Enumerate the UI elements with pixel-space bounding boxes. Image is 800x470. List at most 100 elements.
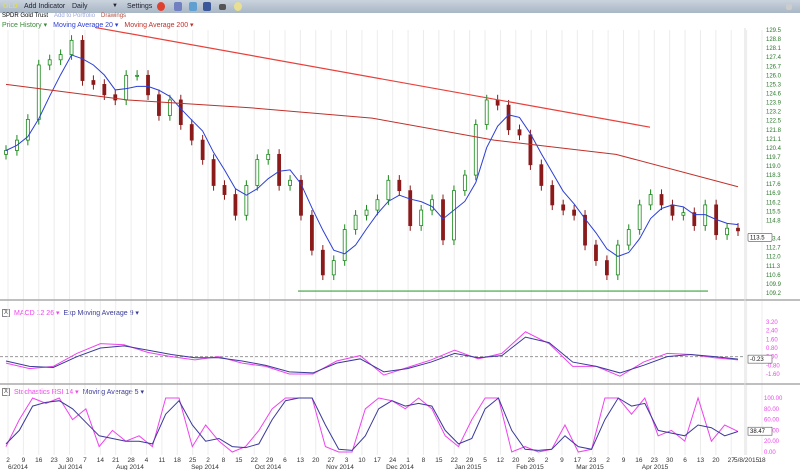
camera-icon[interactable] bbox=[219, 4, 226, 10]
x-tick-label: 23 bbox=[51, 457, 59, 464]
x-tick-label: 2 bbox=[6, 457, 10, 464]
x-tick-label: 29 bbox=[466, 457, 474, 464]
close-stoch-button[interactable]: X bbox=[2, 388, 11, 396]
price-axis-label: 120.4 bbox=[766, 146, 782, 152]
drawings-link[interactable]: Drawings bbox=[101, 13, 126, 21]
macd-axis-label: 3.20 bbox=[766, 320, 778, 326]
chart-canvas[interactable]: 2 9 16 23 30 7 14 21 28 4 11 18 25 2 8 15 22 29 6 13 20 27 3 10… bbox=[0, 0, 800, 470]
candle bbox=[670, 204, 675, 216]
candle bbox=[703, 204, 708, 227]
x-tick-label: 30 bbox=[66, 457, 74, 464]
x-tick-label: 2 bbox=[206, 457, 210, 464]
candle bbox=[462, 174, 467, 192]
x-tick-label: 12 bbox=[497, 457, 505, 464]
stoch-ma-legend[interactable]: Moving Average 5 ▾ bbox=[83, 388, 144, 396]
candle bbox=[495, 99, 500, 106]
x-tick-label: 6 bbox=[683, 457, 687, 464]
candle bbox=[255, 159, 260, 186]
period-dropdown-icon[interactable]: ▼ bbox=[112, 3, 118, 9]
candle bbox=[135, 74, 140, 77]
price-axis-label: 112.0 bbox=[766, 255, 781, 261]
price-axis-label: 118.3 bbox=[766, 173, 781, 179]
x-tick-label: 28 bbox=[127, 457, 135, 464]
candle bbox=[441, 199, 445, 241]
x-tick-label: 26 bbox=[528, 457, 536, 464]
resistance-trendline bbox=[94, 26, 651, 128]
x-tick-label: 13 bbox=[297, 457, 305, 464]
add-to-portfolio-link[interactable]: Add to Portfolio bbox=[54, 13, 95, 21]
stoch-legend[interactable]: Stochastics RSI 14 ▾ bbox=[14, 388, 79, 396]
refresh-icon[interactable] bbox=[157, 2, 165, 11]
candle bbox=[386, 179, 391, 201]
stoch-header: X Stochastics RSI 14 ▾ Moving Average 5 … bbox=[2, 388, 144, 396]
price-axis-label: 112.7 bbox=[766, 246, 781, 252]
x-tick-label: 3 bbox=[345, 457, 349, 464]
candle bbox=[178, 99, 183, 125]
price-axis-label: 122.5 bbox=[766, 119, 782, 125]
bookmark-icon[interactable] bbox=[174, 2, 182, 11]
last-price-box bbox=[747, 232, 773, 242]
x-tick-label: 27 bbox=[728, 457, 736, 464]
candle bbox=[397, 179, 402, 192]
x-tick-label: 22 bbox=[451, 457, 459, 464]
macd-axis-label: 1.60 bbox=[766, 337, 778, 343]
candle bbox=[648, 194, 653, 206]
period-select[interactable]: Daily bbox=[72, 3, 88, 10]
macd-header: X MACD 12 26 ▾ Exp Moving Average 9 ▾ bbox=[2, 309, 139, 317]
ema-legend[interactable]: Exp Moving Average 9 ▾ bbox=[64, 309, 139, 317]
candle bbox=[408, 190, 413, 227]
candle bbox=[310, 214, 314, 251]
candle bbox=[200, 139, 205, 160]
x-tick-label: 8 bbox=[422, 457, 426, 464]
candle bbox=[594, 244, 598, 262]
price-axis-label: 119.0 bbox=[766, 164, 781, 170]
x-tick-label: 9 bbox=[560, 457, 564, 464]
facebook-icon[interactable] bbox=[203, 2, 211, 11]
candle bbox=[146, 74, 150, 96]
add-indicator-button[interactable]: Add Indicator bbox=[24, 3, 65, 10]
candle bbox=[528, 134, 533, 166]
symbol-field[interactable]: GLD bbox=[3, 3, 18, 10]
candle bbox=[320, 249, 325, 276]
candle bbox=[452, 190, 456, 241]
x-tick-label: 27 bbox=[328, 457, 336, 464]
close-macd-button[interactable]: X bbox=[2, 309, 11, 317]
x-tick-label: 29 bbox=[266, 457, 274, 464]
ma20-legend[interactable]: Moving Average 20 ▾ bbox=[53, 21, 118, 29]
candle bbox=[189, 124, 194, 141]
price-axis-label: 117.6 bbox=[766, 182, 781, 188]
price-axis-label: 121.1 bbox=[766, 137, 782, 143]
macd-axis-label: 0.80 bbox=[766, 346, 778, 352]
candle bbox=[80, 39, 85, 81]
x-tick-label: 11 bbox=[159, 457, 166, 464]
month-label: Jan 2015 bbox=[455, 464, 482, 470]
ma200-legend[interactable]: Moving Average 200 ▾ bbox=[124, 21, 193, 29]
candle bbox=[353, 214, 358, 230]
candle bbox=[637, 204, 642, 230]
price-axis-label: 125.3 bbox=[766, 82, 782, 88]
twitter-icon[interactable] bbox=[189, 2, 197, 11]
price-history-legend[interactable]: Price History ▾ bbox=[2, 21, 47, 29]
x-tick-label: 2 bbox=[545, 457, 549, 464]
x-tick-label: 17 bbox=[374, 457, 382, 464]
x-tick-label: 16 bbox=[35, 457, 43, 464]
candle bbox=[157, 94, 161, 116]
settings-button[interactable]: Settings bbox=[127, 3, 152, 10]
x-tick-label: 8 bbox=[222, 457, 226, 464]
x-tick-label: 20 bbox=[512, 457, 520, 464]
x-tick-label: 18 bbox=[174, 457, 182, 464]
candle bbox=[561, 204, 566, 211]
x-tick-label: 23 bbox=[651, 457, 659, 464]
price-axis-label: 119.7 bbox=[766, 155, 781, 161]
x-tick-label: 2 bbox=[606, 457, 610, 464]
x-tick-label: 22 bbox=[251, 457, 259, 464]
stoch-value-label: 38.47 bbox=[750, 429, 766, 435]
candle bbox=[430, 199, 434, 211]
price-axis-label: 123.9 bbox=[766, 101, 782, 107]
month-label: Jul 2014 bbox=[58, 464, 83, 470]
corner-icon[interactable] bbox=[786, 4, 792, 10]
candle bbox=[167, 99, 172, 116]
note-icon[interactable] bbox=[234, 2, 242, 11]
stoch-axis-label: 40.00 bbox=[764, 428, 780, 434]
macd-legend[interactable]: MACD 12 26 ▾ bbox=[14, 309, 60, 317]
